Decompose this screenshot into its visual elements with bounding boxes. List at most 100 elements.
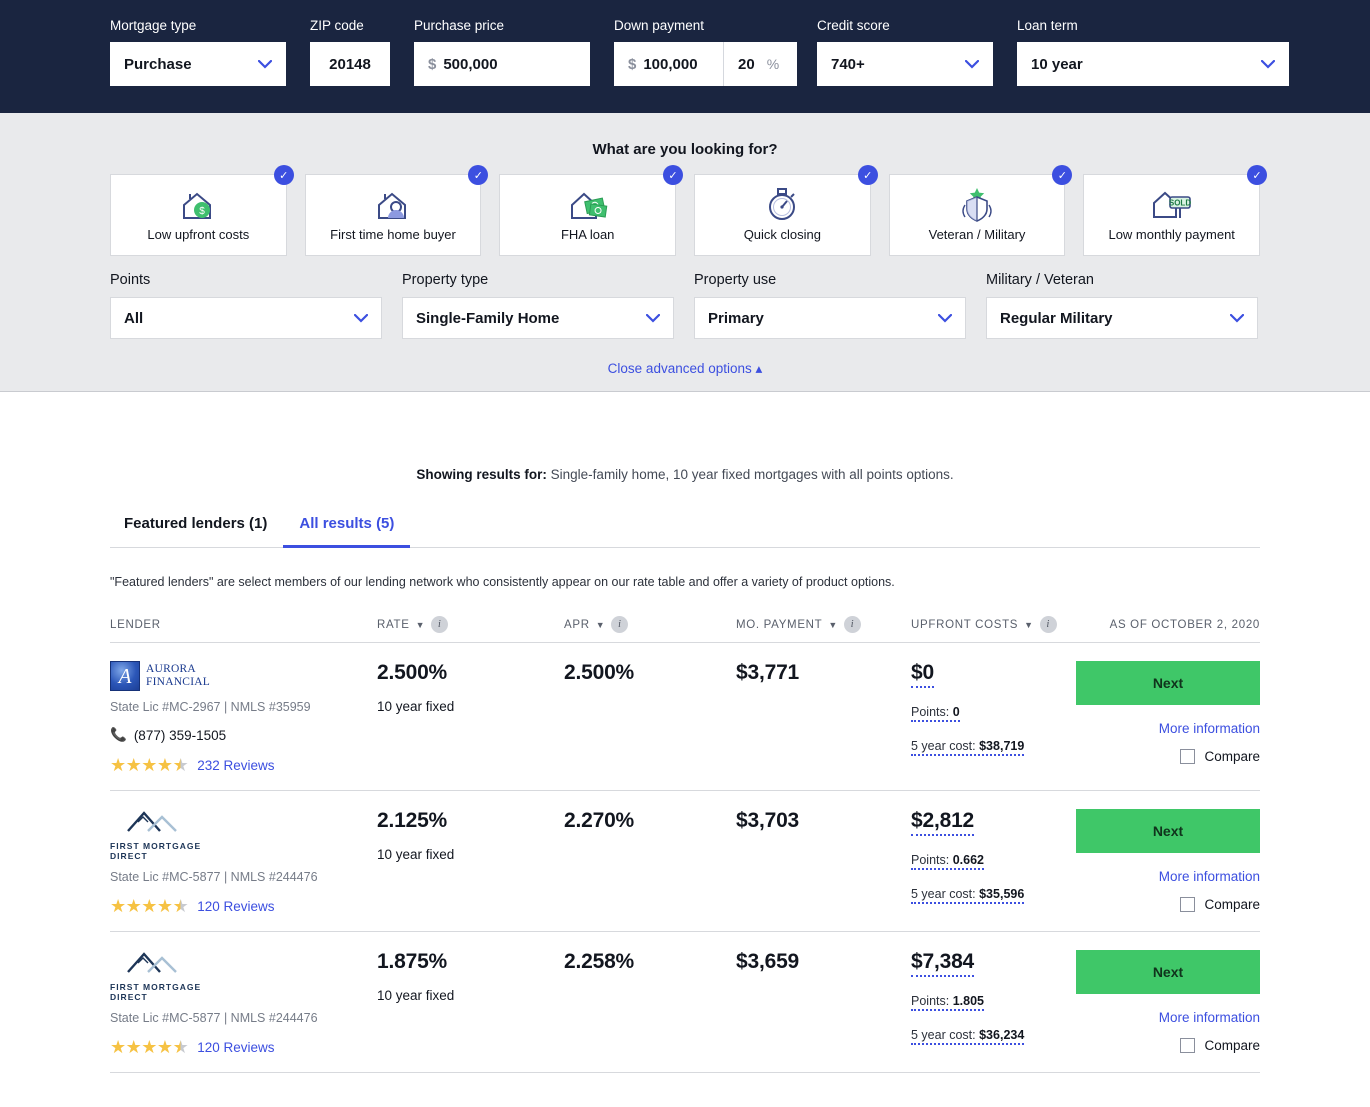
rate-value: 2.125% — [377, 809, 448, 832]
compare-checkbox[interactable] — [1180, 1038, 1196, 1053]
chevron-down-icon — [1261, 59, 1275, 69]
compare-checkbox-group[interactable]: Compare — [1180, 897, 1260, 912]
points-tooltip[interactable]: Points: 0.662 — [911, 853, 984, 870]
column-header-mo-payment[interactable]: MO. PAYMENT ▼ i — [736, 616, 911, 633]
lender-cell: FIRST MORTGAGE DIRECT State Lic #MC-5877… — [110, 809, 377, 915]
reviews-link[interactable]: 120 Reviews — [197, 1040, 274, 1055]
down-payment-label: Down payment — [614, 18, 705, 33]
points-tooltip[interactable]: Points: 1.805 — [911, 994, 984, 1011]
star-icon-full: ★ — [110, 755, 126, 775]
rate-term: 10 year fixed — [377, 988, 455, 1003]
apr-cell: 2.270% — [564, 809, 736, 915]
zip-code-input[interactable]: 20148 — [310, 42, 390, 86]
points-field: Points All — [110, 272, 382, 339]
info-icon-upfront-costs[interactable]: i — [1039, 616, 1057, 633]
upfront-costs-value[interactable]: $7,384 — [911, 950, 974, 977]
compare-checkbox[interactable] — [1180, 897, 1196, 912]
house-person-icon — [371, 183, 415, 225]
loan-term-select[interactable]: 10 year — [1017, 42, 1289, 86]
down-payment-amount-input[interactable]: $ 100,000 — [614, 42, 724, 86]
mountains-icon — [127, 952, 177, 973]
upfront-costs-value[interactable]: $0 — [911, 661, 934, 688]
reviews-link[interactable]: 232 Reviews — [197, 758, 274, 773]
star-icon-half: ★ — [172, 755, 189, 775]
column-label-lender: LENDER — [110, 618, 161, 631]
lender-logo-line1: AURORA — [146, 663, 196, 675]
star-icon-full: ★ — [110, 896, 126, 916]
info-icon-mo-payment[interactable]: i — [844, 616, 861, 633]
check-icon[interactable]: ✓ — [1052, 165, 1073, 185]
zip-code-label: ZIP code — [310, 18, 364, 33]
points-tooltip[interactable]: Points: 0 — [911, 705, 960, 722]
next-button[interactable]: Next — [1076, 661, 1260, 705]
next-button[interactable]: Next — [1076, 809, 1260, 853]
check-icon[interactable]: ✓ — [857, 165, 878, 185]
as-of-date: AS OF OCTOBER 2, 2020 — [1071, 619, 1260, 631]
down-payment-percent-input[interactable]: 20 % — [724, 42, 797, 86]
column-header-apr[interactable]: APR ▼ i — [564, 616, 736, 633]
zip-code-field: ZIP code 20148 — [310, 18, 390, 86]
compare-checkbox[interactable] — [1180, 749, 1196, 764]
column-header-rate[interactable]: RATE ▼ i — [377, 616, 564, 633]
info-icon-apr[interactable]: i — [611, 616, 629, 633]
tab-all-results-label: All results (5) — [299, 515, 395, 532]
chevron-down-icon[interactable]: ▼ — [416, 620, 426, 630]
points-value: 1.805 — [952, 994, 984, 1008]
five-year-cost-tooltip[interactable]: 5 year cost: $38,719 — [911, 739, 1025, 756]
preference-card-low-upfront-costs[interactable]: ✓ $ Low upfront costs — [110, 165, 294, 256]
property-type-select[interactable]: Single-Family Home — [402, 297, 674, 339]
reviews-link[interactable]: 120 Reviews — [197, 899, 274, 914]
check-icon[interactable]: ✓ — [663, 165, 684, 185]
dollar-sign-icon: $ — [428, 55, 437, 73]
chevron-down-icon[interactable]: ▼ — [1024, 620, 1034, 630]
mortgage-type-select[interactable]: Purchase — [110, 42, 286, 86]
lender-license: State Lic #MC-5877 | NMLS #244476 — [110, 1011, 318, 1025]
chevron-down-icon[interactable]: ▼ — [828, 620, 838, 630]
five-year-cost-tooltip[interactable]: 5 year cost: $36,234 — [911, 1028, 1025, 1045]
star-icon-full: ★ — [141, 896, 157, 916]
points-select[interactable]: All — [110, 297, 382, 339]
preference-card-first-time-home-buyer[interactable]: ✓ First time home buyer — [304, 165, 489, 256]
svg-text:SOLD: SOLD — [1169, 199, 1191, 208]
info-icon-rate[interactable]: i — [431, 616, 449, 633]
purchase-price-input[interactable]: $ 500,000 — [414, 42, 590, 86]
compare-checkbox-group[interactable]: Compare — [1180, 1038, 1260, 1053]
advanced-select-row: Points All Property type Single-Family H… — [0, 256, 1370, 339]
tab-featured-lenders-label: Featured lenders (1) — [124, 515, 268, 532]
check-icon[interactable]: ✓ — [273, 165, 294, 185]
close-advanced-options-link[interactable]: Close advanced options ▴ — [0, 361, 1370, 377]
preference-card-fha-loan[interactable]: ✓ FHA loan — [499, 165, 684, 256]
preference-card-veteran-military[interactable]: ✓ Veteran / Military — [888, 165, 1073, 256]
tab-featured-lenders[interactable]: Featured lenders (1) — [110, 515, 283, 548]
tab-all-results[interactable]: All results (5) — [283, 515, 411, 548]
preference-card-label: Low monthly payment — [1108, 227, 1235, 242]
more-information-link[interactable]: More information — [1159, 721, 1260, 736]
military-veteran-select[interactable]: Regular Military — [986, 297, 1258, 339]
check-icon[interactable]: ✓ — [468, 165, 489, 185]
apr-value: 2.500% — [564, 661, 635, 684]
results-table-header: LENDER RATE ▼ i APR ▼ i MO. PAYMENT ▼ i … — [110, 616, 1260, 643]
preference-card-low-monthly-payment[interactable]: ✓ SOLD Low monthly payment — [1083, 165, 1268, 256]
five-year-cost-label: 5 year cost: — [911, 887, 976, 901]
credit-score-select[interactable]: 740+ — [817, 42, 993, 86]
upfront-costs-cell: $0 Points: 0 5 year cost: $38,719 — [911, 661, 1071, 774]
column-header-upfront-costs[interactable]: UPFRONT COSTS ▼ i — [911, 616, 1071, 633]
chevron-down-icon[interactable]: ▼ — [596, 620, 606, 630]
lender-license: State Lic #MC-5877 | NMLS #244476 — [110, 870, 318, 884]
lender-phone[interactable]: 📞 (877) 359-1505 — [110, 727, 377, 743]
property-use-select[interactable]: Primary — [694, 297, 966, 339]
preference-card-label: FHA loan — [560, 227, 615, 242]
more-information-link[interactable]: More information — [1159, 869, 1260, 884]
preference-card-quick-closing[interactable]: ✓ Quick closing — [694, 165, 878, 256]
next-button[interactable]: Next — [1076, 950, 1260, 994]
down-payment-percent-value: 20 — [738, 55, 755, 73]
check-icon[interactable]: ✓ — [1247, 165, 1268, 185]
five-year-cost-tooltip[interactable]: 5 year cost: $35,596 — [911, 887, 1025, 904]
actions-cell: Next More information Compare — [1071, 809, 1260, 915]
house-cash-icon — [566, 183, 610, 225]
loan-term-label: Loan term — [1017, 18, 1078, 33]
upfront-costs-value[interactable]: $2,812 — [911, 809, 974, 836]
more-information-link[interactable]: More information — [1159, 1010, 1260, 1025]
compare-checkbox-group[interactable]: Compare — [1180, 749, 1260, 764]
five-year-cost-value: $35,596 — [979, 887, 1025, 901]
